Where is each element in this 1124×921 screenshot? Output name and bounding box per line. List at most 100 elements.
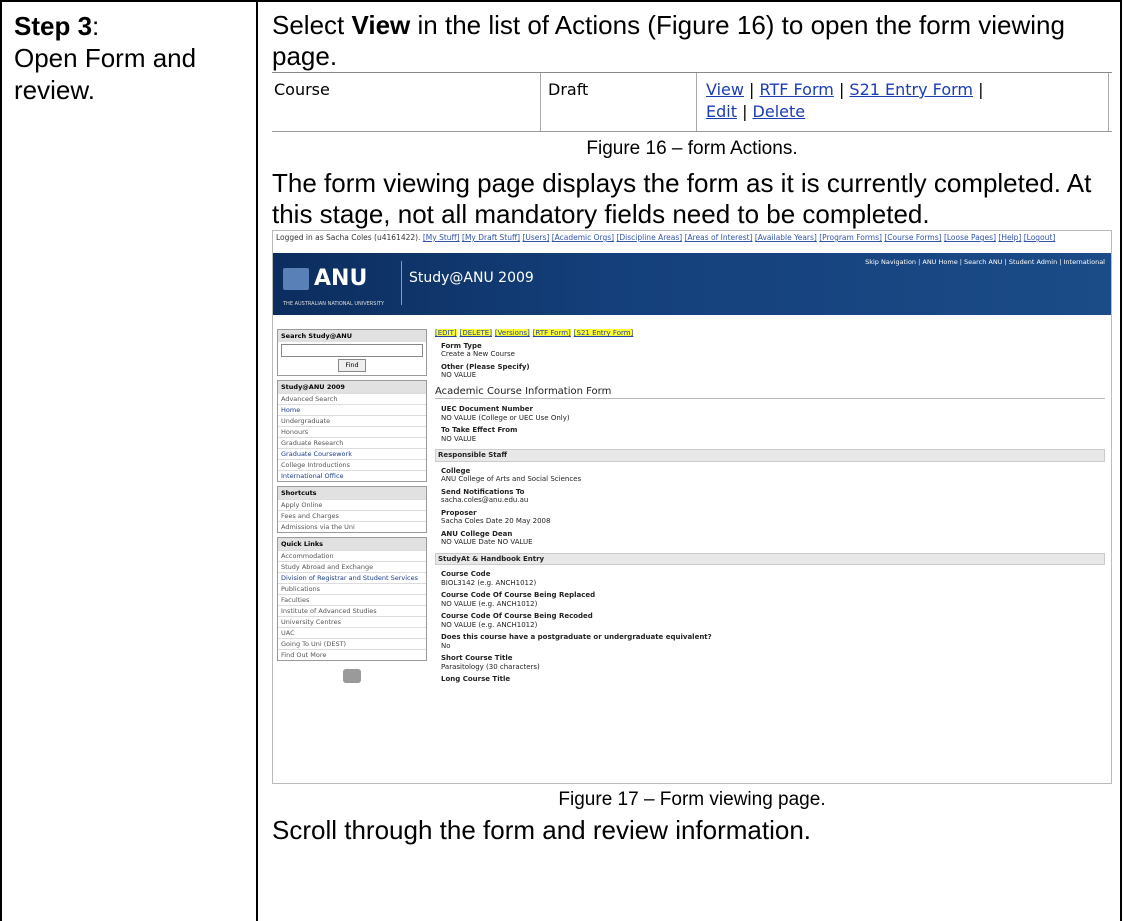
rtf-form-action[interactable]: [RTF Form] xyxy=(532,329,571,337)
field-value: Parasitology (30 characters) xyxy=(441,662,540,671)
sidebar-item[interactable]: Graduate Research xyxy=(278,437,426,448)
form-field: Short Course Title Parasitology (30 chara… xyxy=(441,654,1105,671)
form-field: Course Code Of Course Being Recoded NO VA… xyxy=(441,612,1105,629)
rtf-form-link[interactable]: RTF Form xyxy=(760,80,834,99)
form-field: ANU College Dean NO VALUE Date NO VALUE xyxy=(441,530,1105,547)
quick-link[interactable]: Study Abroad and Exchange xyxy=(278,561,426,572)
field-value: NO VALUE (College or UEC Use Only) xyxy=(441,413,570,422)
figure-17-screenshot: Logged in as Sacha Coles (u4161422). [My… xyxy=(272,230,1112,784)
form-actions: [EDIT] [DELETE] [Versions] [RTF Form] [S21 E… xyxy=(435,329,1105,338)
form-content: [EDIT] [DELETE] [Versions] [RTF Form] [S21 E… xyxy=(435,329,1105,688)
quick-link[interactable]: Division of Registrar and Student Servic… xyxy=(278,572,426,583)
field-name: ANU College Dean xyxy=(441,529,513,538)
banner-divider xyxy=(401,261,402,305)
quick-link[interactable]: Find Out More xyxy=(278,649,426,660)
step-description: Open Form and review. xyxy=(14,43,197,105)
crest-icon xyxy=(283,268,309,290)
s21-entry-form-link[interactable]: S21 Entry Form xyxy=(849,80,973,99)
field-name: Course Code Of Course Being Replaced xyxy=(441,591,596,599)
quick-links-header: Quick Links xyxy=(278,538,426,550)
sidebar-item[interactable]: College Introductions xyxy=(278,459,426,470)
column-divider xyxy=(256,0,258,921)
top-link[interactable]: [Loose Pages] xyxy=(944,233,996,242)
form-field: To Take Effect From NO VALUE xyxy=(441,426,1105,443)
shortcut-item[interactable]: Admissions via the Uni xyxy=(278,521,426,532)
form-field: Course Code Of Course Being Replaced NO V… xyxy=(441,591,1105,608)
sidebar-item[interactable]: Graduate Coursework xyxy=(278,448,426,459)
sidebar-item[interactable]: Home xyxy=(278,404,426,415)
top-link[interactable]: [My Stuff] xyxy=(423,233,460,242)
shortcut-item[interactable]: Apply Online xyxy=(278,499,426,510)
logo-text: ANU xyxy=(314,266,368,291)
instruction-cell: Select View in the list of Actions (Figu… xyxy=(272,10,1112,846)
course-cell: Course xyxy=(274,80,330,99)
quick-link[interactable]: Institute of Advanced Studies xyxy=(278,605,426,616)
field-value: Create a New Course xyxy=(441,350,515,358)
search-box: Search Study@ANU Find xyxy=(277,329,427,376)
sidebar-item[interactable]: International Office xyxy=(278,470,426,481)
form-field: Course Code BIOL3142 (e.g. ANCH1012) xyxy=(441,570,1105,587)
link-sep: | xyxy=(833,80,850,99)
figure-16-caption: Figure 16 – form Actions. xyxy=(586,138,798,159)
form-field: Send Notifications To sacha.coles@anu.edu… xyxy=(441,488,1105,505)
edit-link[interactable]: Edit xyxy=(706,102,737,121)
top-link[interactable]: [Areas of Interest] xyxy=(685,233,753,242)
step-heading: Step 3: xyxy=(14,10,252,42)
shortcut-item[interactable]: Fees and Charges xyxy=(278,510,426,521)
sidebar-item[interactable]: Honours xyxy=(278,426,426,437)
field-value: ANU College of Arts and Social Sciences xyxy=(441,475,582,483)
scroll-paragraph: Scroll through the form and review infor… xyxy=(272,815,812,845)
form-field: Does this course have a postgraduate or … xyxy=(441,633,1105,650)
top-link[interactable]: [My Draft Stuff] xyxy=(462,233,520,242)
field-value: NO VALUE xyxy=(441,434,477,443)
s21-entry-form-action[interactable]: [S21 Entry Form] xyxy=(573,329,634,337)
form-field: Form Type Create a New Course xyxy=(441,342,1105,359)
top-link[interactable]: [Discipline Areas] xyxy=(616,233,682,242)
edit-action[interactable]: [EDIT] xyxy=(435,329,457,337)
field-name: College xyxy=(441,466,471,475)
sidebar-item[interactable]: Undergraduate xyxy=(278,415,426,426)
top-link[interactable]: [Users] xyxy=(522,233,549,242)
status-cell: Draft xyxy=(548,80,589,99)
delete-action[interactable]: [DELETE] xyxy=(459,329,492,337)
sidebar-item[interactable]: Advanced Search xyxy=(278,393,426,404)
quick-link[interactable]: Faculties xyxy=(278,594,426,605)
quick-link[interactable]: Going To Uni (DEST) xyxy=(278,638,426,649)
field-name: Course Code xyxy=(441,570,491,578)
field-name: Course Code Of Course Being Recoded xyxy=(441,612,593,620)
cell-divider xyxy=(696,73,697,131)
quick-link[interactable]: University Centres xyxy=(278,616,426,627)
top-link[interactable]: [Help] xyxy=(998,233,1021,242)
intro-paragraph: Select View in the list of Actions (Figu… xyxy=(272,10,1112,72)
form-field: Other (Please Specify) NO VALUE xyxy=(441,363,1105,380)
top-link[interactable]: [Available Years] xyxy=(755,233,817,242)
top-link[interactable]: [Program Forms] xyxy=(819,233,882,242)
printer-icon[interactable] xyxy=(343,669,361,683)
cell-divider xyxy=(1108,73,1109,131)
view-link[interactable]: View xyxy=(706,80,744,99)
field-name: Send Notifications To xyxy=(441,487,525,496)
banner-nav[interactable]: Skip Navigation | ANU Home | Search ANU … xyxy=(865,257,1105,267)
shortcuts-header: Shortcuts xyxy=(278,487,426,499)
link-sep: | xyxy=(972,80,984,99)
section-header: Responsible Staff xyxy=(435,449,1105,462)
field-value: Sacha Coles Date 20 May 2008 xyxy=(441,517,551,525)
field-name: To Take Effect From xyxy=(441,426,518,434)
search-input[interactable] xyxy=(281,344,423,357)
form-heading: Academic Course Information Form xyxy=(435,386,1105,399)
intro-bold: View xyxy=(351,10,411,40)
field-name: Does this course have a postgraduate or … xyxy=(441,633,712,641)
delete-link[interactable]: Delete xyxy=(753,102,806,121)
form-field: College ANU College of Arts and Social Sc… xyxy=(441,467,1105,484)
top-link[interactable]: [Academic Orgs] xyxy=(552,233,614,242)
top-link[interactable]: [Course Forms] xyxy=(884,233,941,242)
actions-cell: View | RTF Form | S21 Entry Form | Edit … xyxy=(706,79,1106,123)
versions-action[interactable]: [Versions] xyxy=(494,329,530,337)
field-value: NO VALUE xyxy=(441,371,477,379)
quick-link[interactable]: Publications xyxy=(278,583,426,594)
top-link[interactable]: [Logout] xyxy=(1024,233,1056,242)
quick-link[interactable]: Accommodation xyxy=(278,550,426,561)
find-button[interactable]: Find xyxy=(338,359,366,372)
quick-link[interactable]: UAC xyxy=(278,627,426,638)
site-title: Study@ANU 2009 xyxy=(409,270,534,286)
